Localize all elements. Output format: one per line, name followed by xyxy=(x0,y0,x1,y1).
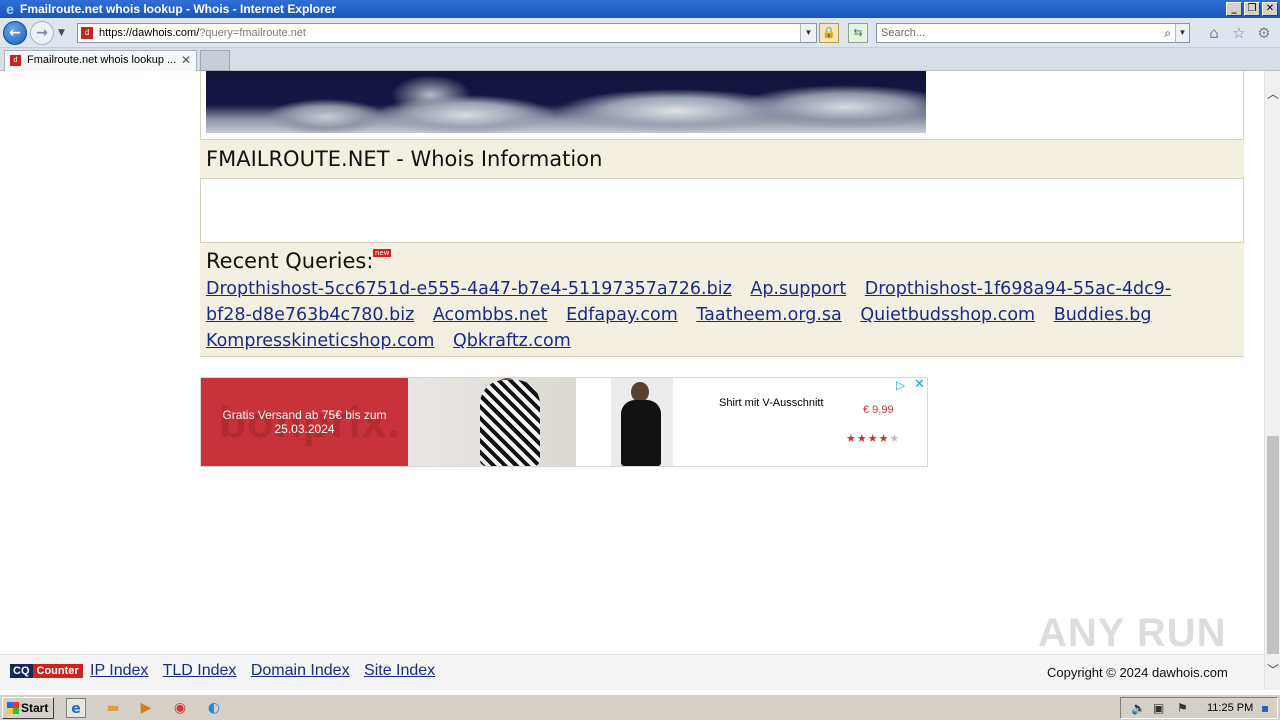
star-filled-icon: ★ xyxy=(846,432,857,445)
close-tab-icon[interactable]: ✕ xyxy=(181,51,191,70)
ad-product-price: € 9,99 xyxy=(863,404,894,416)
recent-query-link[interactable]: Quietbudsshop.com xyxy=(860,305,1035,325)
page-title: FMAILROUTE.NET - Whois Information xyxy=(206,147,603,171)
search-input[interactable]: Search... ⌕ ▼ xyxy=(876,23,1190,43)
scroll-down-icon[interactable]: ﹀ xyxy=(1265,661,1280,678)
star-filled-icon: ★ xyxy=(856,432,868,445)
advertisement-banner[interactable]: bonprix. Gratis Versand ab 75€ bis zum 2… xyxy=(200,377,928,467)
scroll-thumb[interactable] xyxy=(1267,436,1279,654)
new-tab-button[interactable] xyxy=(200,50,230,71)
minimize-button[interactable]: _ xyxy=(1226,2,1242,16)
edge-icon[interactable]: ◐ xyxy=(204,698,224,718)
search-placeholder: Search... xyxy=(881,27,926,39)
back-button[interactable]: ← xyxy=(3,21,27,45)
address-dropdown-icon[interactable]: ▼ xyxy=(800,24,816,42)
site-favicon-icon: d xyxy=(81,27,93,39)
start-button[interactable]: Start xyxy=(2,697,54,719)
new-badge: new xyxy=(373,249,392,257)
whois-title-section: FMAILROUTE.NET - Whois Information xyxy=(200,139,1244,179)
recent-query-link[interactable]: Buddies.bg xyxy=(1054,305,1152,325)
adchoices-icon[interactable]: ▷ xyxy=(896,378,905,392)
action-center-flag-icon[interactable]: ⚑ xyxy=(1177,701,1188,715)
footer-link-site-index[interactable]: Site Index xyxy=(364,662,435,679)
tab-whois[interactable]: d Fmailroute.net whois lookup ... ✕ xyxy=(4,50,197,71)
tab-strip: d Fmailroute.net whois lookup ... ✕ xyxy=(0,48,1280,71)
recent-queries-heading: Recent Queries: xyxy=(206,249,374,273)
home-icon[interactable]: ⌂ xyxy=(1205,24,1223,42)
refresh-icon[interactable]: ⇆ xyxy=(848,23,868,43)
ad-model-photo[interactable] xyxy=(408,378,576,466)
window-titlebar: e Fmailroute.net whois lookup - Whois - … xyxy=(0,0,1280,18)
chrome-icon[interactable]: ◉ xyxy=(170,698,190,718)
ad-promo-panel[interactable]: bonprix. Gratis Versand ab 75€ bis zum 2… xyxy=(201,378,408,466)
recent-query-link[interactable]: Dropthishost-5cc6751d-e555-4a47-b7e4-511… xyxy=(206,279,732,299)
recent-queries-section: Recent Queries: new Dropthishost-5cc6751… xyxy=(200,242,1244,357)
recent-query-link[interactable]: Qbkraftz.com xyxy=(453,331,571,351)
url-query: ?query=fmailroute.net xyxy=(199,27,306,39)
anyrun-watermark: ANY RUN xyxy=(1038,611,1227,655)
scroll-up-icon[interactable]: ︿ xyxy=(1265,85,1280,102)
cq-counter-label: Counter xyxy=(32,664,83,678)
recent-pages-dropdown-icon[interactable]: ▼ xyxy=(58,28,65,38)
star-filled-icon: ★ xyxy=(878,432,890,445)
recent-query-link[interactable]: Acombbs.net xyxy=(433,305,548,325)
product-shirt xyxy=(621,400,661,466)
star-filled-icon: ★ xyxy=(867,432,879,445)
search-icon[interactable]: ⌕ xyxy=(1164,24,1171,42)
search-dropdown-icon[interactable]: ▼ xyxy=(1175,24,1189,42)
ad-product-name[interactable]: Shirt mit V-Ausschnitt xyxy=(719,397,824,409)
media-player-icon[interactable]: ▶ xyxy=(136,698,156,718)
ie-logo-icon: e xyxy=(6,1,14,17)
windows-taskbar: Start e ▬ ▶ ◉ ◐ 🔈 ▣ ⚑ 11:25 PM ▪ xyxy=(0,694,1280,720)
recent-query-link[interactable]: Ap.support xyxy=(750,279,846,299)
model-dress xyxy=(480,380,540,466)
header-banner-image xyxy=(206,71,926,133)
vertical-scrollbar[interactable]: ︿ ﹀ xyxy=(1264,71,1280,690)
page-footer: ANY RUN CQ Counter IP Index TLD Index Do… xyxy=(0,611,1264,690)
recent-query-link[interactable]: Taatheem.org.sa xyxy=(696,305,841,325)
footer-link-domain-index[interactable]: Domain Index xyxy=(251,662,350,679)
footer-links: IP Index TLD Index Domain Index Site Ind… xyxy=(90,662,445,680)
ad-rating-stars: ★★★★★ xyxy=(846,432,900,445)
footer-link-ip-index[interactable]: IP Index xyxy=(90,662,148,679)
copyright-text: Copyright © 2024 dawhois.com xyxy=(1047,665,1228,680)
ie-icon[interactable]: e xyxy=(66,698,86,718)
close-window-button[interactable]: ✕ xyxy=(1262,2,1278,16)
favorites-star-icon[interactable]: ☆ xyxy=(1230,24,1248,42)
recent-queries-list: Dropthishost-5cc6751d-e555-4a47-b7e4-511… xyxy=(206,276,1216,354)
network-icon[interactable]: ▣ xyxy=(1153,701,1164,715)
volume-icon[interactable]: 🔈 xyxy=(1131,701,1146,715)
address-url[interactable]: https://dawhois.com/?query=fmailroute.ne… xyxy=(99,24,306,42)
taskbar-clock[interactable]: 11:25 PM xyxy=(1207,702,1253,714)
forward-button[interactable]: → xyxy=(30,21,54,45)
show-desktop-icon[interactable]: ▪ xyxy=(1261,701,1269,715)
windows-flag-icon xyxy=(7,702,19,714)
navigation-bar: ← → ▼ d https://dawhois.com/?query=fmail… xyxy=(0,18,1280,48)
tab-favicon-icon: d xyxy=(10,55,21,66)
footer-link-tld-index[interactable]: TLD Index xyxy=(163,662,237,679)
folder-icon[interactable]: ▬ xyxy=(103,698,123,718)
ad-close-icon[interactable]: ✕ xyxy=(914,377,925,392)
settings-gear-icon[interactable]: ⚙ xyxy=(1255,24,1273,42)
ad-promo-text: Gratis Versand ab 75€ bis zum 25.03.2024 xyxy=(222,408,387,436)
address-bar[interactable]: d https://dawhois.com/?query=fmailroute.… xyxy=(77,23,817,43)
tab-title: Fmailroute.net whois lookup ... xyxy=(27,54,177,66)
recent-query-link[interactable]: Kompresskineticshop.com xyxy=(206,331,434,351)
start-label: Start xyxy=(21,701,49,715)
window-title: Fmailroute.net whois lookup - Whois - In… xyxy=(20,2,337,16)
ad-product-photo[interactable] xyxy=(611,378,673,466)
cq-counter-cq: CQ xyxy=(10,664,33,678)
url-host: https://dawhois.com/ xyxy=(99,27,200,39)
recent-query-link[interactable]: Edfapay.com xyxy=(566,305,678,325)
security-lock-icon[interactable]: 🔒 xyxy=(819,23,839,43)
restore-button[interactable]: ❐ xyxy=(1244,2,1260,16)
window-controls: _ ❐ ✕ xyxy=(1226,2,1278,16)
product-model-head xyxy=(631,382,649,402)
star-empty-icon: ★ xyxy=(889,432,901,445)
cq-counter-badge[interactable]: CQ Counter xyxy=(10,664,83,678)
page-viewport: FMAILROUTE.NET - Whois Information Recen… xyxy=(0,71,1264,654)
system-tray: 🔈 ▣ ⚑ 11:25 PM ▪ xyxy=(1120,697,1278,719)
